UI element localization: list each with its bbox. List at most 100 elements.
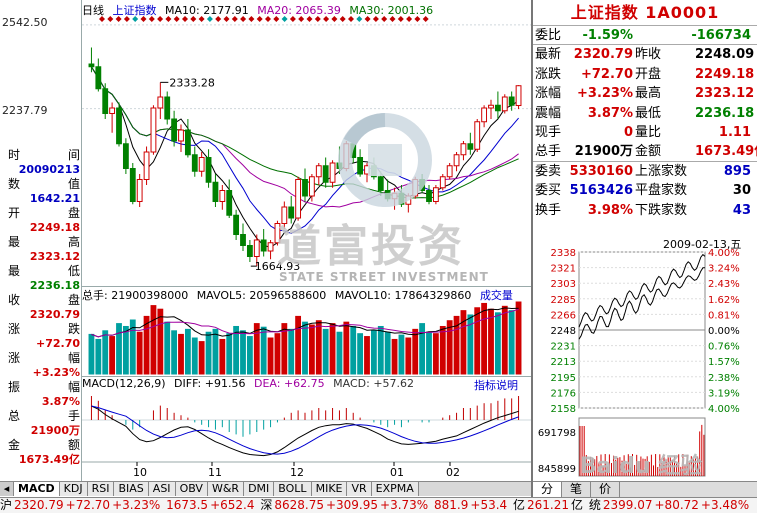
quote-tab-2[interactable]: 价	[591, 482, 621, 497]
event-diamond-icon	[331, 16, 338, 22]
volume-bar	[322, 328, 329, 375]
baidu-watermark: Baidu 经验	[580, 454, 703, 479]
event-diamond-icon	[414, 16, 421, 22]
quote-row: 最新 2320.79 昨收 2248.09	[533, 45, 757, 64]
volume-bar	[157, 308, 164, 375]
event-diamond-icon	[289, 16, 296, 22]
readout-value: 3.87%	[41, 394, 80, 408]
candle-body	[157, 96, 164, 109]
readout-label: 涨	[8, 322, 21, 336]
macd-dea: DEA: +62.75	[253, 377, 325, 390]
quote-v1: 2320.79	[573, 47, 633, 63]
volume-bar	[432, 333, 439, 375]
volume-bar	[260, 326, 267, 375]
tail-pct: +3.48%	[700, 498, 750, 512]
quote-l2: 最高	[635, 86, 662, 102]
tab-mike[interactable]: MIKE	[311, 482, 348, 496]
readout-label: 最	[8, 264, 21, 278]
volume-bar	[212, 328, 219, 375]
event-diamond-icon	[306, 16, 313, 22]
tab-dmi[interactable]: DMI	[244, 482, 275, 496]
candle-body	[178, 129, 184, 142]
quote-v2: -166734	[691, 28, 751, 43]
intraday-pct-label: 2.38%	[708, 373, 740, 384]
tab-bias[interactable]: BIAS	[114, 482, 149, 496]
tab-boll[interactable]: BOLL	[274, 482, 312, 496]
quote-l1: 委卖	[535, 163, 562, 179]
volume-bar	[446, 320, 453, 375]
tab-rsi[interactable]: RSI	[87, 482, 115, 496]
quote-tab-0[interactable]: 分	[533, 482, 563, 497]
volume-bar	[267, 337, 274, 375]
readout-label: 收	[8, 293, 21, 307]
x-axis-label: 10	[133, 466, 147, 479]
readout-label2: 跌	[67, 322, 80, 336]
volume-bar	[370, 330, 377, 375]
volume-bar	[336, 331, 343, 375]
intraday-price-label: 2176	[551, 388, 576, 399]
sh-pct: +3.23%	[112, 498, 161, 512]
volume-bar	[391, 338, 398, 375]
readout-label2: 幅	[67, 380, 80, 394]
watermark-text-cn: 道富投资	[277, 221, 465, 272]
tab-macd[interactable]: MACD	[14, 482, 60, 496]
volume-label[interactable]: 成交量	[480, 289, 513, 302]
macd-title: MACD(12,26,9)	[82, 377, 166, 390]
tab-asi[interactable]: ASI	[148, 482, 176, 496]
readout-value-row: 2249.18	[8, 221, 80, 236]
readout-value: 1673.49亿	[18, 452, 80, 466]
quote-tab-1[interactable]: 笔	[562, 482, 592, 497]
readout-label-row: 涨幅	[8, 351, 80, 366]
event-diamond-icon	[256, 16, 263, 22]
volume-bar	[184, 328, 191, 375]
volume-bar	[439, 325, 446, 375]
tab-wr[interactable]: W&R	[207, 482, 245, 496]
volume-bar	[398, 334, 405, 375]
readout-label-row: 金额	[8, 438, 80, 453]
candle-body	[453, 154, 460, 167]
tab-kdj[interactable]: KDJ	[59, 482, 88, 496]
quote-row: 涨跌 +72.70 开盘 2249.18	[533, 65, 757, 84]
market-status-bar: 沪 2320.79 +72.70 +3.23% 1673.5 +652.4 深 8628.…	[0, 497, 757, 513]
readout-value-row: +3.23%	[8, 366, 80, 381]
event-diamond-icon	[389, 16, 396, 22]
readout-value: 2236.18	[29, 278, 80, 292]
sz-label: 深	[260, 498, 273, 512]
readout-value: +3.23%	[32, 365, 80, 379]
readout-value-row: 21900万	[8, 424, 80, 439]
readout-label2: 高	[67, 235, 80, 249]
event-diamond-icon	[406, 16, 413, 22]
tab-expma[interactable]: EXPMA	[371, 482, 419, 496]
readout-label: 最	[8, 235, 21, 249]
event-diamond-icon	[372, 16, 379, 22]
readout-label: 涨	[8, 351, 21, 365]
event-diamond-icon	[115, 16, 122, 22]
tab-vr[interactable]: VR	[347, 482, 372, 496]
indicator-help-link[interactable]: 指标说明	[474, 377, 518, 393]
event-diamond-icon	[223, 16, 230, 22]
intraday-chart[interactable]: 2338 4.00% 2321 3.24% 2303 2.43% 2285 1.62% 2266…	[533, 248, 757, 480]
kline-chart-panel[interactable]: 2542.50 2237.79 时间 20090213 数值 1642.21 开盘 224…	[0, 0, 610, 481]
price-tick-top: 2542.50	[2, 16, 48, 29]
tab-scroll-left-icon[interactable]: ◂	[0, 482, 14, 496]
volume-bar	[364, 336, 370, 375]
event-diamond-icon	[364, 16, 371, 22]
event-diamond-icon	[314, 16, 321, 22]
quote-l1: 涨幅	[535, 86, 562, 102]
tab-obv[interactable]: OBV	[175, 482, 208, 496]
candle-body	[315, 165, 322, 178]
candle-body	[308, 176, 315, 197]
event-diamond-icon	[107, 16, 114, 22]
bar-data-readout: 时间 20090213 数值 1642.21 开盘 2249.18 最高 2323.12 最低 2…	[8, 148, 80, 467]
macd-header: MACD(12,26,9) DIFF: +91.56 DEA: +62.75 M…	[82, 376, 531, 393]
candle-body	[219, 190, 226, 202]
left-data-gutter: 2542.50 2237.79 时间 20090213 数值 1642.21 开盘 224…	[0, 0, 82, 481]
readout-value: 21900万	[30, 423, 80, 437]
volume-bar	[515, 301, 522, 375]
intraday-pct-label: 3.24%	[708, 264, 740, 275]
quote-v1: 5330160	[569, 163, 633, 179]
event-diamond-icon	[248, 16, 255, 22]
volume-bar	[122, 325, 129, 375]
state-street-logo	[330, 112, 440, 211]
intraday-pct-label: 4.00%	[708, 248, 740, 259]
